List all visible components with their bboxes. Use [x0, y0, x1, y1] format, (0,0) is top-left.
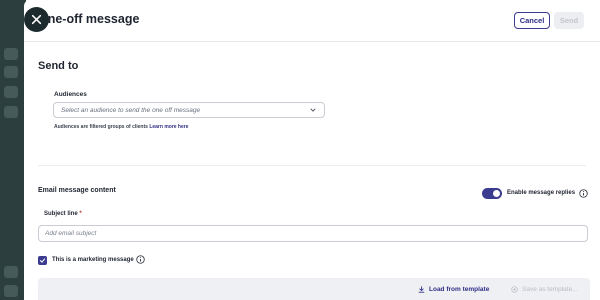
- save-as-template-button[interactable]: Save as template...: [511, 286, 578, 293]
- subject-line-label-text: Subject line: [44, 211, 78, 217]
- chevron-down-icon: [310, 108, 316, 112]
- marketing-checkbox[interactable]: [38, 256, 47, 265]
- info-icon[interactable]: [579, 189, 588, 198]
- close-button[interactable]: [24, 7, 49, 32]
- marketing-label: This is a marketing message: [52, 257, 134, 263]
- audiences-help-text: Audiences are filtered groups of clients…: [54, 124, 189, 130]
- info-icon[interactable]: [136, 255, 145, 264]
- send-button[interactable]: Send: [554, 12, 584, 29]
- enable-replies-toggle[interactable]: [482, 188, 502, 199]
- audiences-placeholder: Select an audience to send the one off m…: [61, 106, 201, 114]
- nav-icon[interactable]: [4, 86, 18, 98]
- section-divider: [38, 165, 586, 166]
- required-mark: *: [79, 211, 82, 217]
- load-from-template-label: Load from template: [429, 286, 490, 293]
- audiences-label: Audiences: [54, 91, 87, 98]
- learn-more-link[interactable]: Learn more here: [149, 124, 188, 130]
- nav-icon[interactable]: [4, 48, 18, 60]
- close-icon: [31, 14, 42, 25]
- email-content-heading: Email message content: [38, 187, 116, 194]
- page-title: One-off message: [38, 12, 140, 26]
- email-editor-toolbar: [38, 278, 590, 300]
- nav-icon[interactable]: [4, 266, 18, 278]
- load-from-template-button[interactable]: Load from template: [418, 286, 489, 293]
- enable-replies-label: Enable message replies: [507, 190, 576, 196]
- panel-header: One-off message Cancel Send: [24, 0, 600, 42]
- settings-icon[interactable]: [4, 285, 18, 297]
- download-icon: [418, 286, 425, 293]
- subject-line-input[interactable]: [38, 225, 588, 242]
- save-template-icon: [511, 286, 518, 293]
- app-side-rail: [0, 0, 26, 300]
- nav-icon[interactable]: [4, 66, 18, 78]
- checkmark-icon: [39, 258, 46, 263]
- one-off-message-panel: One-off message Cancel Send Send to Audi…: [24, 0, 600, 300]
- nav-icon[interactable]: [4, 106, 18, 118]
- audiences-help-label: Audiences are filtered groups of clients: [54, 124, 148, 130]
- audiences-select[interactable]: Select an audience to send the one off m…: [53, 102, 325, 118]
- cancel-button[interactable]: Cancel: [514, 12, 550, 29]
- subject-line-label: Subject line *: [44, 211, 82, 217]
- send-to-heading: Send to: [38, 60, 79, 72]
- save-as-template-label: Save as template...: [522, 286, 578, 293]
